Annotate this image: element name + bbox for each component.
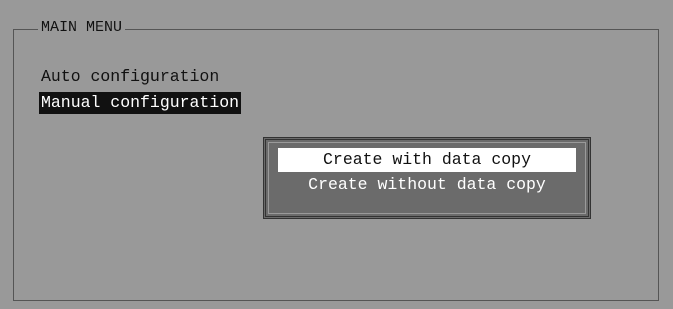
menu-item-manual-configuration[interactable]: Manual configuration [39, 92, 242, 114]
bios-screen: MAIN MENU Auto configuration Manual conf… [0, 0, 673, 309]
main-menu-title: MAIN MENU [38, 19, 126, 37]
option-create-without-data-copy[interactable]: Create without data copy [278, 173, 576, 197]
create-options-popup: Create with data copy Create without dat… [263, 137, 591, 219]
menu-item-auto-configuration[interactable]: Auto configuration [39, 66, 221, 88]
option-create-with-data-copy[interactable]: Create with data copy [278, 148, 576, 172]
